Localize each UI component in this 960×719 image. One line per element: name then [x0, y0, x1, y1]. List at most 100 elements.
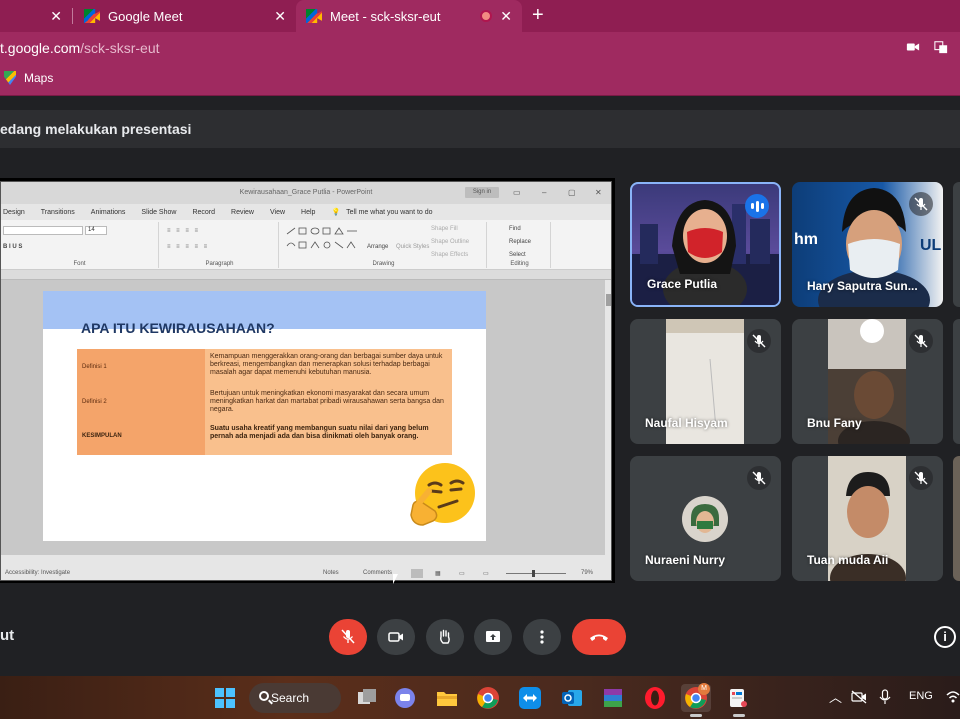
vertical-scrollbar[interactable]: [605, 280, 611, 555]
winrar-icon[interactable]: [601, 686, 625, 710]
chrome-profile-taskbar-item[interactable]: M: [681, 683, 711, 712]
presentation-banner: edang melakukan presentasi: [0, 110, 960, 148]
align-icons[interactable]: ≡ ≡ ≡ ≡ ≡: [167, 244, 209, 250]
find-button[interactable]: Find: [509, 226, 521, 232]
speaking-indicator-icon: [745, 194, 769, 218]
ruler: [1, 270, 611, 280]
ribbon-tab-review[interactable]: Review: [231, 209, 254, 216]
participant-tile-partial[interactable]: [953, 319, 960, 444]
opera-icon[interactable]: [643, 686, 667, 710]
file-explorer-icon[interactable]: [435, 686, 459, 710]
replace-button[interactable]: Replace: [509, 239, 531, 245]
present-now-button[interactable]: [474, 619, 512, 655]
shapes-gallery-icon[interactable]: [285, 226, 363, 256]
close-tab-icon[interactable]: ✕: [50, 8, 62, 25]
shape-fill-button[interactable]: Shape Fill: [431, 226, 458, 232]
new-tab-button[interactable]: +: [532, 4, 544, 27]
close-tab-icon[interactable]: ✕: [274, 8, 286, 25]
ribbon-tab-design[interactable]: Design: [3, 209, 25, 216]
task-view-icon[interactable]: [355, 686, 379, 710]
reading-view-icon[interactable]: ▭: [459, 570, 465, 577]
url-field[interactable]: t.google.com/sck-sksr-eut: [0, 40, 160, 56]
slide-sorter-icon[interactable]: ▦: [435, 570, 441, 577]
teamviewer-icon[interactable]: [518, 686, 542, 710]
outlook-icon[interactable]: [560, 686, 584, 710]
zoom-level[interactable]: 79%: [581, 570, 593, 576]
list-icons[interactable]: ≡ ≡ ≡ ≡: [167, 228, 200, 234]
svg-text:hm: hm: [794, 231, 818, 248]
font-name-box[interactable]: [3, 226, 83, 235]
translate-icon[interactable]: [934, 40, 950, 56]
select-button[interactable]: Select: [509, 252, 526, 258]
taskbar-search-box[interactable]: Search: [249, 683, 341, 713]
sign-in-button[interactable]: Sign in: [465, 187, 499, 198]
tab-separator: [72, 8, 73, 24]
mic-off-icon: [341, 629, 355, 644]
participant-tile-bnu-fany[interactable]: Bnu Fany: [792, 319, 943, 444]
ribbon-tab-help[interactable]: Help: [301, 209, 315, 216]
snipping-tool-icon[interactable]: [726, 686, 750, 710]
teams-chat-icon[interactable]: [393, 686, 417, 710]
slide-editor-canvas[interactable]: APA ITU KEWIRAUSAHAAN? Definisi 1 Defini…: [1, 280, 605, 555]
url-path: /sck-sksr-eut: [80, 40, 160, 56]
ribbon-tab-view[interactable]: View: [270, 209, 285, 216]
microphone-tray-icon[interactable]: [877, 688, 893, 706]
chrome-icon[interactable]: [476, 686, 500, 710]
meeting-details-button[interactable]: i: [934, 626, 956, 648]
tell-me-search[interactable]: Tell me what you want to do: [346, 209, 432, 216]
ribbon-tab-transitions[interactable]: Transitions: [41, 209, 75, 216]
participant-tile-nuraeni-nurry[interactable]: Nuraeni Nurry: [630, 456, 781, 581]
font-size-box[interactable]: 14: [85, 226, 107, 235]
show-hidden-icons-icon[interactable]: ︿: [829, 687, 842, 706]
camera-toggle-button[interactable]: [377, 619, 415, 655]
scrollbar-thumb[interactable]: [606, 294, 611, 306]
bookmark-maps[interactable]: Maps: [4, 71, 53, 85]
arrange-button[interactable]: Arrange: [367, 244, 388, 250]
profile-badge: M: [698, 683, 710, 695]
maximize-icon[interactable]: ▢: [568, 182, 576, 204]
normal-view-icon[interactable]: [411, 569, 423, 578]
quick-styles-button[interactable]: Quick Styles: [396, 244, 429, 250]
participant-tile-naufal-hisyam[interactable]: Naufal Hisyam: [630, 319, 781, 444]
participant-name: Hary Saputra Sun...: [807, 279, 918, 293]
participant-tile-tuan-muda-aii[interactable]: Tuan muda Aii: [792, 456, 943, 581]
leave-call-button[interactable]: [572, 619, 626, 655]
participant-tile-grace-putlia[interactable]: Grace Putlia: [630, 182, 781, 307]
minimize-icon[interactable]: –: [542, 182, 546, 204]
url-host: t.google.com: [0, 40, 81, 56]
ribbon-tab-animations[interactable]: Animations: [91, 209, 126, 216]
ribbon-display-icon[interactable]: ▭: [513, 182, 521, 204]
shape-outline-button[interactable]: Shape Outline: [431, 239, 469, 245]
participant-tile-partial[interactable]: [953, 182, 960, 307]
comments-button[interactable]: Comments: [363, 570, 392, 576]
browser-tab-google-meet[interactable]: Google Meet ✕: [74, 0, 296, 32]
slideshow-icon[interactable]: ▭: [483, 570, 489, 577]
zoom-slider-knob[interactable]: [532, 570, 535, 577]
participant-name: Nuraeni Nurry: [645, 553, 726, 567]
participant-tile-hary[interactable]: hm UL Hary Saputra Sun...: [792, 182, 943, 307]
close-tab-icon[interactable]: ✕: [500, 8, 512, 25]
windows-start-icon[interactable]: [213, 686, 237, 710]
slide[interactable]: APA ITU KEWIRAUSAHAAN? Definisi 1 Defini…: [43, 291, 486, 541]
ribbon-tab-slide-show[interactable]: Slide Show: [141, 209, 176, 216]
mic-off-icon: [909, 329, 933, 353]
ribbon-tab-record[interactable]: Record: [192, 209, 215, 216]
mic-off-icon: [747, 466, 771, 490]
participant-tile-partial[interactable]: [953, 456, 960, 581]
accessibility-status[interactable]: Accessibility: Investigate: [5, 570, 70, 576]
bold-icon[interactable]: B I U S: [3, 244, 22, 250]
camera-permission-icon[interactable]: [906, 40, 922, 56]
shape-effects-button[interactable]: Shape Effects: [431, 252, 468, 258]
window-close-icon[interactable]: ✕: [595, 182, 602, 204]
more-options-button[interactable]: [523, 619, 561, 655]
zoom-slider[interactable]: [506, 570, 566, 577]
row-text: Kemampuan menggerakkan orang-orang dan b…: [210, 353, 443, 376]
raise-hand-button[interactable]: [426, 619, 464, 655]
microphone-toggle-button[interactable]: [329, 619, 367, 655]
wifi-icon[interactable]: [946, 688, 960, 704]
browser-tab-partial[interactable]: ✕: [0, 0, 72, 32]
camera-off-tray-icon[interactable]: [850, 688, 868, 706]
browser-tab-meet-active[interactable]: Meet - sck-sksr-eut ✕: [296, 0, 522, 32]
language-indicator[interactable]: ENG: [909, 690, 933, 702]
notes-button[interactable]: Notes: [323, 570, 339, 576]
